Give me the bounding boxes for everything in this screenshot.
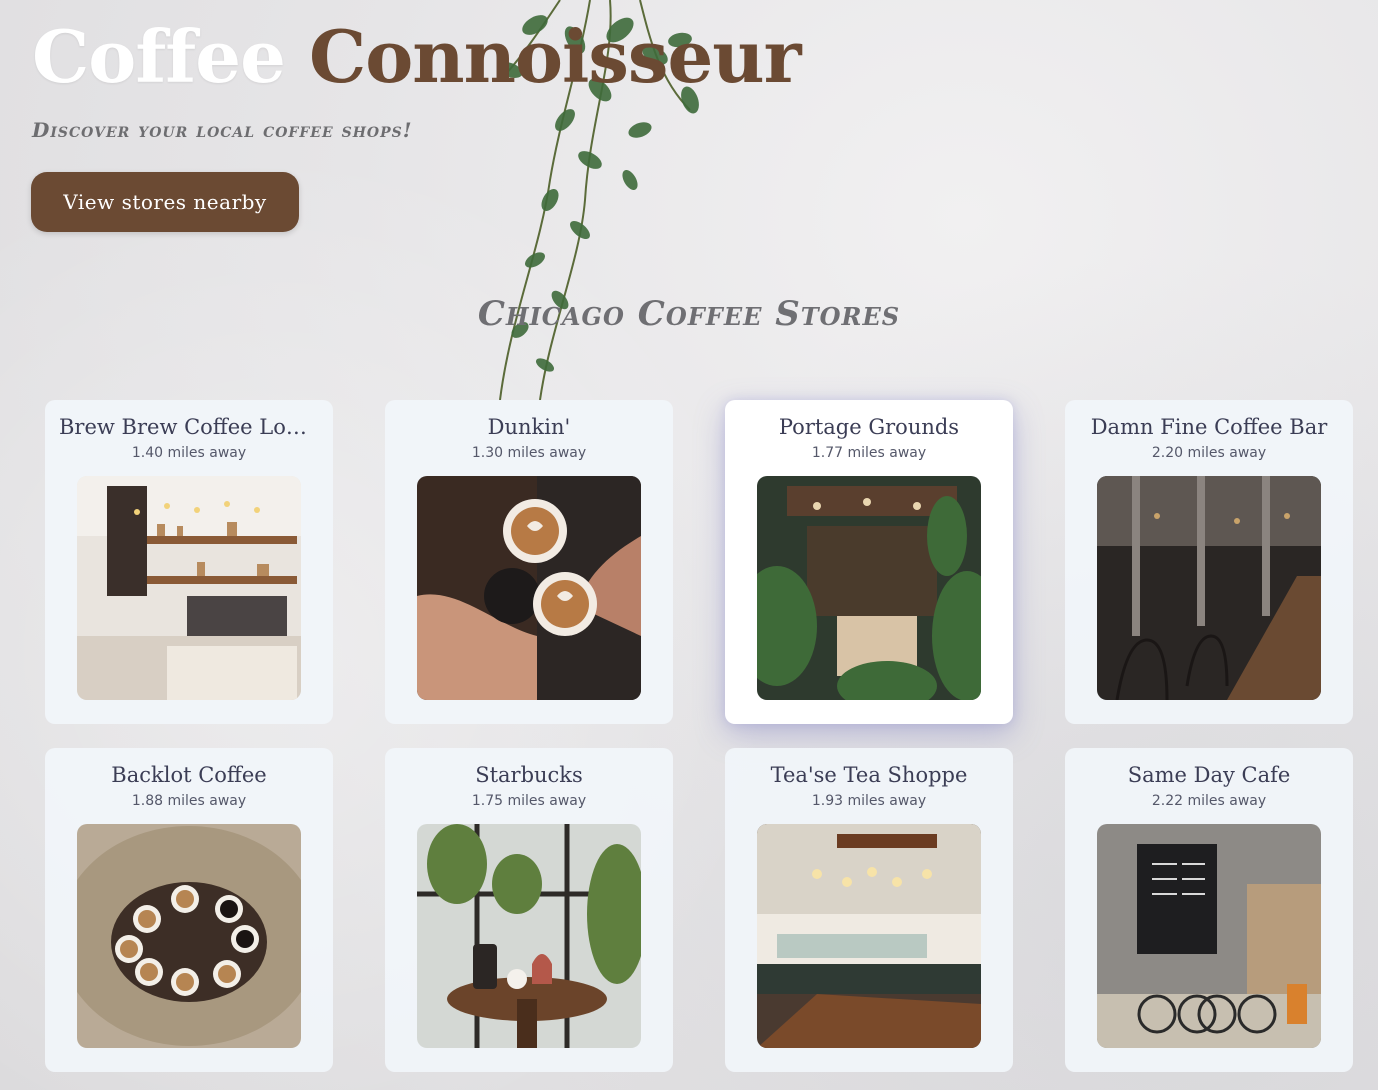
store-grid: Brew Brew Coffee Lou... 1.40 miles away … — [45, 400, 1353, 1072]
app-title-word-connoisseur: Connoisseur — [308, 14, 802, 99]
store-photo — [417, 476, 641, 700]
store-photo — [77, 476, 301, 700]
store-card[interactable]: Dunkin' 1.30 miles away — [385, 400, 673, 724]
store-photo — [757, 476, 981, 700]
view-stores-nearby-button[interactable]: View stores nearby — [31, 172, 299, 232]
app-title: Coffee Connoisseur — [32, 14, 802, 100]
app-title-word-coffee: Coffee — [32, 14, 286, 99]
store-card[interactable]: Tea'se Tea Shoppe 1.93 miles away — [725, 748, 1013, 1072]
store-name: Damn Fine Coffee Bar — [1090, 415, 1328, 439]
store-photo — [77, 824, 301, 1048]
store-name: Brew Brew Coffee Lou... — [59, 415, 319, 439]
store-card[interactable]: Portage Grounds 1.77 miles away — [725, 400, 1013, 724]
store-photo — [757, 824, 981, 1048]
hero: Coffee Connoisseur Discover your local c… — [32, 14, 802, 142]
store-card[interactable]: Same Day Cafe 2.22 miles away — [1065, 748, 1353, 1072]
store-distance: 1.40 miles away — [131, 445, 247, 461]
store-photo — [1097, 476, 1321, 700]
store-distance: 2.22 miles away — [1151, 793, 1267, 809]
tagline: Discover your local coffee shops! — [32, 118, 413, 142]
store-distance: 1.30 miles away — [471, 445, 587, 461]
store-distance: 1.77 miles away — [811, 445, 927, 461]
store-card[interactable]: Damn Fine Coffee Bar 2.20 miles away — [1065, 400, 1353, 724]
store-name: Same Day Cafe — [1127, 763, 1291, 787]
store-distance: 1.75 miles away — [471, 793, 587, 809]
store-photo — [417, 824, 641, 1048]
store-distance: 1.88 miles away — [131, 793, 247, 809]
store-card[interactable]: Starbucks 1.75 miles away — [385, 748, 673, 1072]
store-card[interactable]: Backlot Coffee 1.88 miles away — [45, 748, 333, 1072]
store-name: Tea'se Tea Shoppe — [770, 763, 968, 787]
section-title: Chicago Coffee Stores — [477, 294, 901, 334]
store-name: Dunkin' — [487, 415, 571, 439]
store-name: Backlot Coffee — [111, 763, 267, 787]
store-card[interactable]: Brew Brew Coffee Lou... 1.40 miles away — [45, 400, 333, 724]
store-distance: 2.20 miles away — [1151, 445, 1267, 461]
store-name: Starbucks — [475, 763, 583, 787]
store-name: Portage Grounds — [778, 415, 960, 439]
store-distance: 1.93 miles away — [811, 793, 927, 809]
store-photo — [1097, 824, 1321, 1048]
